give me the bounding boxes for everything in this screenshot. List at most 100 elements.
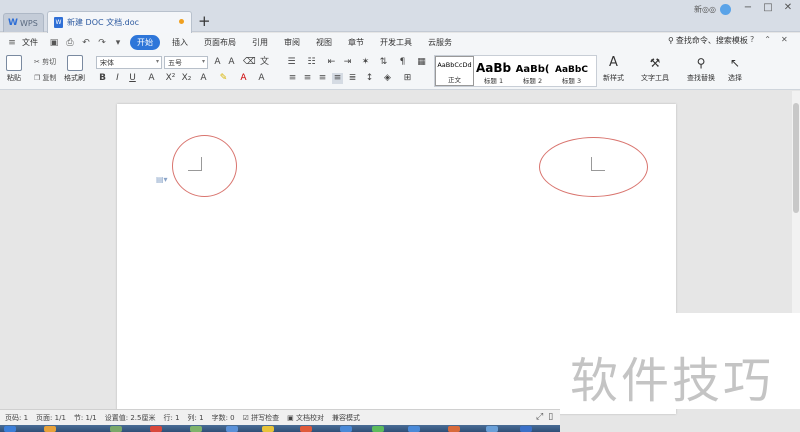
close-doc-icon[interactable]: ✕ <box>781 35 788 44</box>
redo-icon[interactable]: ↷ <box>96 37 108 49</box>
emphasis-icon[interactable]: A <box>198 73 209 84</box>
tab-references[interactable]: 引用 <box>244 37 276 48</box>
taskbar-app-icon[interactable] <box>44 426 56 432</box>
underline-icon[interactable]: U <box>127 73 138 84</box>
find-replace-button[interactable]: ⚲ 查找替换 <box>687 55 715 83</box>
print-icon[interactable]: ⎙ <box>64 37 76 49</box>
new-tab-button[interactable]: + <box>198 13 211 30</box>
tab-view[interactable]: 视图 <box>308 37 340 48</box>
undo-icon[interactable]: ↶ <box>80 37 92 49</box>
phonetic-icon[interactable]: 文 <box>259 57 270 68</box>
tab-insert[interactable]: 插入 <box>164 37 196 48</box>
italic-icon[interactable]: I <box>112 73 123 84</box>
format-painter-label: 格式刷 <box>64 74 85 82</box>
new-style-button[interactable]: A 新样式 <box>603 55 624 83</box>
taskbar-app-icon[interactable] <box>190 426 202 432</box>
sort-icon[interactable]: ⇅ <box>378 57 389 68</box>
distribute-icon[interactable]: ≣ <box>347 73 358 84</box>
taskbar-app-icon[interactable] <box>408 426 420 432</box>
grow-font-icon[interactable]: A <box>212 57 223 68</box>
tab-page-layout[interactable]: 页面布局 <box>196 37 244 48</box>
style-heading-2[interactable]: AaBb( 标题 2 <box>513 56 552 86</box>
doc-proof-button[interactable]: ▣ 文档校对 <box>287 413 324 423</box>
file-menu[interactable]: 文件 <box>20 37 46 48</box>
taskbar-app-icon[interactable] <box>300 426 312 432</box>
tab-start[interactable]: 开始 <box>130 35 160 50</box>
copy-button[interactable]: ❐ 复制 <box>34 73 57 83</box>
align-left-icon[interactable]: ≡ <box>287 73 298 84</box>
align-right-icon[interactable]: ≡ <box>317 73 328 84</box>
shading-icon[interactable]: ◈ <box>382 73 393 84</box>
taskbar-app-icon[interactable] <box>372 426 384 432</box>
user-account[interactable]: 新◎◎ <box>694 4 731 15</box>
cut-button[interactable]: ✂ 剪切 <box>34 57 56 67</box>
format-painter-button[interactable]: 格式刷 <box>64 55 85 83</box>
font-color-icon[interactable]: A <box>238 73 249 84</box>
status-word-count[interactable]: 字数: 0 <box>212 413 235 423</box>
tab-document[interactable]: W 新建 DOC 文档.doc <box>47 11 192 33</box>
tab-review[interactable]: 审阅 <box>276 37 308 48</box>
tab-wps-label: WPS <box>20 18 38 28</box>
table-icon[interactable]: ▦ <box>416 57 427 68</box>
tab-section[interactable]: 章节 <box>340 37 372 48</box>
customize-icon[interactable]: ▾ <box>112 37 124 49</box>
style-heading-3[interactable]: AaBbC 标题 3 <box>552 56 591 86</box>
chinese-layout-icon[interactable]: ✶ <box>360 57 371 68</box>
magnifier-icon: ⚲ <box>696 56 706 70</box>
taskbar-app-icon[interactable] <box>340 426 352 432</box>
font-name-select[interactable]: 宋体 <box>96 56 162 69</box>
save-icon[interactable]: ▣ <box>48 37 60 49</box>
shrink-font-icon[interactable]: A <box>226 57 237 68</box>
select-button[interactable]: ↖ 选择 <box>727 55 743 83</box>
fullscreen-icon[interactable]: ⤢ <box>536 412 543 422</box>
paste-button[interactable]: 粘贴 <box>6 55 22 83</box>
style-normal[interactable]: AaBbCcDd 正文 <box>435 56 474 86</box>
style-heading-3-label: 标题 3 <box>561 77 582 85</box>
start-icon[interactable] <box>4 426 16 432</box>
taskbar-app-icon[interactable] <box>520 426 532 432</box>
bullet-list-icon[interactable]: ☰ <box>286 57 297 68</box>
spell-check-button[interactable]: ☑ 拼写检查 <box>243 413 280 423</box>
taskbar-app-icon[interactable] <box>226 426 238 432</box>
line-spacing-icon[interactable]: ↕ <box>364 73 375 84</box>
style-gallery: AaBbCcDd 正文 AaBb 标题 1 AaBb( 标题 2 AaBbC 标… <box>434 55 597 87</box>
superscript-icon[interactable]: X² <box>165 73 176 84</box>
justify-icon[interactable]: ≡ <box>332 73 343 84</box>
command-search[interactable]: ⚲ 查找命令、搜索模板 <box>668 35 748 46</box>
tab-document-label: 新建 DOC 文档.doc <box>67 18 140 27</box>
tab-cloud[interactable]: 云服务 <box>420 37 460 48</box>
taskbar-app-icon[interactable] <box>262 426 274 432</box>
watermark: 软件技巧 <box>560 313 800 409</box>
style-heading-2-sample: AaBb( <box>515 64 550 75</box>
decrease-indent-icon[interactable]: ⇤ <box>326 57 337 68</box>
scrollbar-thumb[interactable] <box>793 103 799 213</box>
taskbar-app-icon[interactable] <box>110 426 122 432</box>
taskbar-app-icon[interactable] <box>486 426 498 432</box>
hamburger-icon[interactable]: ≡ <box>6 37 18 49</box>
bold-icon[interactable]: B <box>97 73 108 84</box>
collapse-ribbon-icon[interactable]: ⌃ <box>764 35 771 44</box>
command-search-input[interactable]: 查找命令、搜索模板 <box>676 35 748 46</box>
help-icon[interactable]: ? <box>750 35 754 44</box>
tab-wps-home[interactable]: W WPS <box>3 13 44 32</box>
highlight-icon[interactable]: ✎ <box>218 73 229 84</box>
border-icon[interactable]: ⊞ <box>402 73 413 84</box>
style-heading-1[interactable]: AaBb 标题 1 <box>474 56 513 86</box>
clear-format-icon[interactable]: ⌫ <box>243 57 256 68</box>
avatar <box>719 4 731 15</box>
close-window-button[interactable]: ✕ <box>776 1 800 15</box>
tab-developer[interactable]: 开发工具 <box>372 37 420 48</box>
paragraph-handle-icon[interactable]: ▤▾ <box>156 175 168 184</box>
increase-indent-icon[interactable]: ⇥ <box>342 57 353 68</box>
subscript-icon[interactable]: X₂ <box>181 73 192 84</box>
strikethrough-icon[interactable]: A <box>146 73 157 84</box>
page-view-icon[interactable]: ▯ <box>548 412 553 422</box>
char-shading-icon[interactable]: A <box>256 73 267 84</box>
text-tools-button[interactable]: ⚒ 文字工具 <box>641 55 669 83</box>
show-marks-icon[interactable]: ¶ <box>397 57 408 68</box>
taskbar-app-icon[interactable] <box>150 426 162 432</box>
align-center-icon[interactable]: ≡ <box>302 73 313 84</box>
numbered-list-icon[interactable]: ☷ <box>306 57 317 68</box>
font-size-select[interactable]: 五号 <box>164 56 208 69</box>
taskbar-app-icon[interactable] <box>448 426 460 432</box>
